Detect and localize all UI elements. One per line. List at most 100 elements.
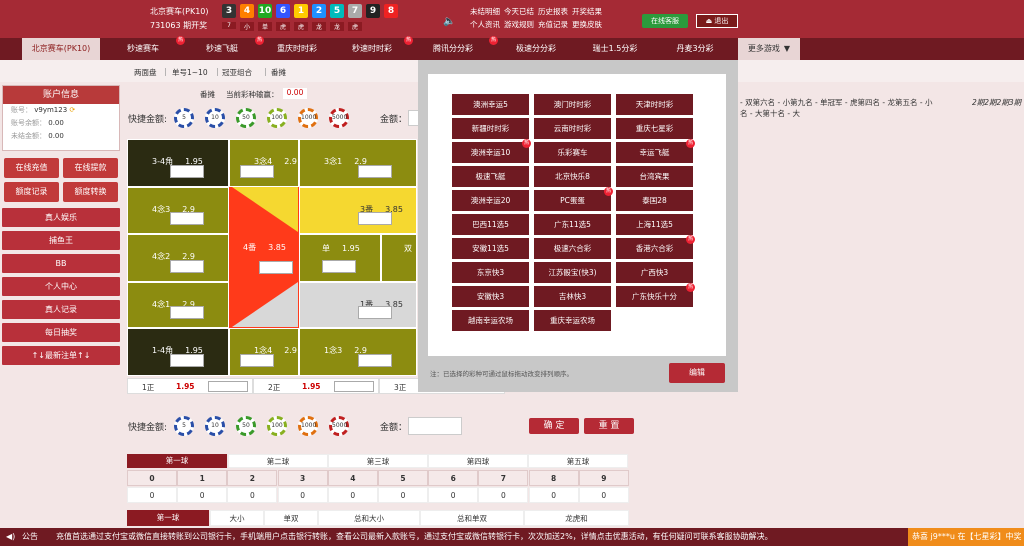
stats-tab[interactable]: 第五球 bbox=[528, 454, 628, 468]
bet-cell[interactable]: 单 1.95 bbox=[299, 234, 381, 282]
deposit-button[interactable]: 在线充值 bbox=[4, 158, 59, 178]
game-menu-item[interactable]: 幸运飞艇 热 bbox=[616, 139, 695, 163]
bet-cell[interactable]: 3念4 2.9 bbox=[229, 139, 299, 187]
game-menu-item[interactable]: 吉林快3 bbox=[534, 286, 611, 307]
bet-cell[interactable]: 1-4角 1.95 bbox=[127, 328, 229, 376]
bet-cell[interactable]: 4念2 2.9 bbox=[127, 234, 229, 282]
game-menu-item[interactable]: 澳洲幸运10 热 bbox=[452, 139, 531, 163]
chip-button[interactable]: 100 bbox=[267, 416, 287, 436]
game-menu-item[interactable]: 澳洲幸运5 bbox=[452, 94, 529, 115]
stats-tab-2[interactable]: 龙虎和 bbox=[524, 510, 629, 526]
bet-cell-input[interactable] bbox=[170, 260, 204, 273]
bet-cell[interactable]: 1念3 2.9 bbox=[299, 328, 417, 376]
bet-cell[interactable]: 1念4 2.9 bbox=[229, 328, 299, 376]
nav-tab[interactable]: 极速分分彩 bbox=[498, 38, 574, 60]
bet-cell-input[interactable] bbox=[259, 261, 293, 274]
chip-button[interactable]: 50 bbox=[236, 416, 256, 436]
stats-tab-2[interactable]: 总和大小 bbox=[318, 510, 420, 526]
bet-cell[interactable]: 4念3 2.9 bbox=[127, 187, 229, 234]
subnav-tab[interactable]: 冠亚组合 bbox=[222, 67, 252, 78]
stats-tab-2[interactable]: 总和单双 bbox=[420, 510, 524, 526]
header-link[interactable]: 开奖结果 bbox=[572, 6, 602, 17]
nav-tab[interactable]: 丹麦3分彩 bbox=[655, 38, 735, 60]
header-link[interactable]: 个人资讯 bbox=[470, 19, 500, 30]
game-menu-item[interactable]: 北京快乐8 bbox=[534, 166, 611, 187]
stats-tab-2[interactable]: 大小 bbox=[210, 510, 264, 526]
subnav-tab[interactable]: 单号1~10 bbox=[172, 67, 208, 78]
bet-cell-input[interactable] bbox=[240, 354, 274, 367]
game-menu-item[interactable]: 上海11选5 bbox=[616, 214, 693, 235]
game-menu-item[interactable]: 越南幸运农场 bbox=[452, 310, 529, 331]
game-menu-item[interactable]: 广东11选5 bbox=[534, 214, 611, 235]
bet-cell-input[interactable] bbox=[170, 354, 204, 367]
speaker-icon[interactable]: 🔈 bbox=[443, 16, 455, 27]
chip-button[interactable]: 5000 bbox=[329, 416, 349, 436]
stats-tab[interactable]: 第二球 bbox=[228, 454, 328, 468]
stats-tab[interactable]: 第一球 bbox=[127, 454, 227, 468]
online-service-button[interactable]: 在线客服 bbox=[642, 14, 688, 28]
game-menu-item[interactable]: 重庆七星彩 bbox=[616, 118, 693, 139]
game-menu-item[interactable]: 泰国28 bbox=[616, 190, 693, 211]
bottom-bet-input[interactable] bbox=[208, 381, 248, 392]
nav-tab[interactable]: 秒速赛车热 bbox=[105, 36, 185, 60]
game-menu-item[interactable]: 极速飞艇 bbox=[452, 166, 529, 187]
header-link[interactable]: 充值记录 bbox=[538, 19, 568, 30]
header-link[interactable]: 游戏规则 bbox=[504, 19, 534, 30]
bet-cell-input[interactable] bbox=[358, 212, 392, 225]
sidebar-menu-item[interactable]: 真人记录 bbox=[2, 300, 120, 319]
logout-button[interactable]: ⏏ 退出 bbox=[696, 14, 738, 28]
nav-tab[interactable]: 秒速飞艇热 bbox=[184, 36, 264, 60]
chip-button[interactable]: 10 bbox=[205, 108, 225, 128]
nav-tab[interactable]: 秒速时时彩热 bbox=[335, 36, 413, 60]
chip-button[interactable]: 1000 bbox=[298, 416, 318, 436]
bet-cell-input[interactable] bbox=[170, 165, 204, 178]
bottom-bet-cell[interactable]: 2正 1.95 bbox=[253, 378, 379, 394]
game-menu-item[interactable]: 云南时时彩 bbox=[534, 118, 611, 139]
sidebar-menu-item[interactable]: 捕鱼王 bbox=[2, 231, 120, 250]
bet-cell[interactable]: 1番 3.85 bbox=[299, 282, 417, 328]
nav-tab[interactable]: 重庆时时彩 bbox=[262, 38, 332, 60]
chip-button[interactable]: 1000 bbox=[298, 108, 318, 128]
game-menu-item[interactable]: 极速六合彩 bbox=[534, 238, 611, 259]
game-menu-item[interactable]: 广西快3 bbox=[616, 262, 693, 283]
game-menu-item[interactable]: 澳洲幸运20 bbox=[452, 190, 529, 211]
stats-tab-2[interactable]: 单双 bbox=[264, 510, 318, 526]
chip-button[interactable]: 50 bbox=[236, 108, 256, 128]
bet-cell-input[interactable] bbox=[240, 165, 274, 178]
bet-cell[interactable]: 4念1 2.9 bbox=[127, 282, 229, 328]
game-menu-item[interactable]: 巴西11选5 bbox=[452, 214, 529, 235]
game-menu-item[interactable]: 新疆时时彩 bbox=[452, 118, 529, 139]
game-menu-item[interactable]: 澳门时时彩 bbox=[534, 94, 611, 115]
bet-cell-input[interactable] bbox=[322, 260, 356, 273]
chip-button[interactable]: 5 bbox=[174, 108, 194, 128]
confirm-button[interactable]: 确 定 bbox=[529, 418, 579, 434]
bet-cell[interactable]: 3念1 2.9 bbox=[299, 139, 417, 187]
credit-transfer-button[interactable]: 额度转换 bbox=[63, 182, 118, 202]
sidebar-menu-item[interactable]: ↑↓最新注单↑↓ bbox=[2, 346, 120, 365]
nav-tab[interactable]: 瑞士1.5分彩 bbox=[577, 38, 653, 60]
header-link[interactable]: 今天已结 bbox=[504, 6, 534, 17]
stats-tab-2[interactable]: 第一球 bbox=[127, 510, 209, 526]
nav-tab[interactable]: 更多游戏 ▼ bbox=[738, 38, 800, 60]
reset-button[interactable]: 重 置 bbox=[584, 418, 634, 434]
game-menu-item[interactable]: 广东快乐十分热 bbox=[616, 283, 695, 307]
amount-input-2[interactable] bbox=[408, 417, 462, 435]
bottom-bet-cell[interactable]: 1正 1.95 bbox=[127, 378, 253, 394]
header-link[interactable]: 历史报表 bbox=[538, 6, 568, 17]
credit-record-button[interactable]: 额度记录 bbox=[4, 182, 59, 202]
header-link[interactable]: 更换皮肤 bbox=[572, 19, 602, 30]
chip-button[interactable]: 10 bbox=[205, 416, 225, 436]
game-menu-item[interactable]: 台湾宾果 bbox=[616, 166, 693, 187]
subnav-tab[interactable]: 两面盘 bbox=[134, 67, 157, 78]
bet-cell-input[interactable] bbox=[170, 306, 204, 319]
nav-tab[interactable]: 北京赛车(PK10) bbox=[22, 38, 100, 60]
game-menu-item[interactable]: 乐彩赛车 bbox=[534, 142, 611, 163]
subnav-tab[interactable]: 番摊 bbox=[271, 67, 286, 78]
game-menu-item[interactable]: PC蛋蛋 热 bbox=[534, 187, 613, 211]
stats-tab[interactable]: 第四球 bbox=[428, 454, 528, 468]
bottom-bet-input[interactable] bbox=[334, 381, 374, 392]
game-menu-item[interactable]: 安徽快3 bbox=[452, 286, 529, 307]
chip-button[interactable]: 5 bbox=[174, 416, 194, 436]
game-menu-item[interactable]: 安徽11选5 bbox=[452, 238, 529, 259]
sidebar-menu-item[interactable]: BB bbox=[2, 254, 120, 273]
